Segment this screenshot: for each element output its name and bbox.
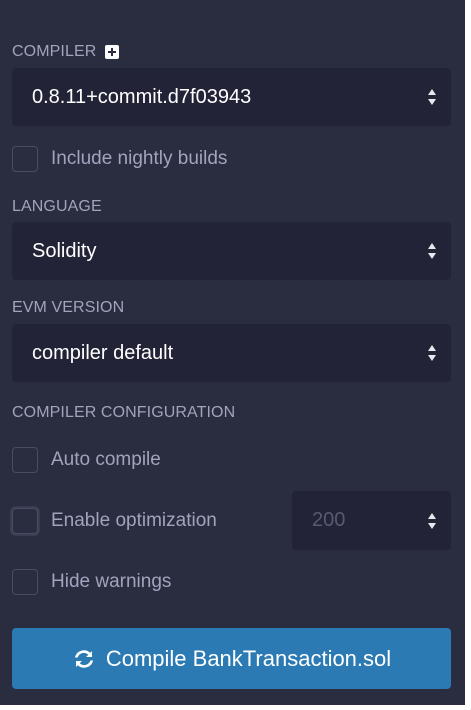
compile-button-label: Compile BankTransaction.sol <box>105 645 392 671</box>
include-nightly-checkbox[interactable] <box>12 146 38 172</box>
refresh-icon <box>74 649 93 668</box>
optimization-runs-input[interactable]: 200 <box>292 491 451 550</box>
compiler-label: COMPILER <box>12 43 97 60</box>
language-section-label: LANGUAGE <box>12 198 102 216</box>
compiler-configuration-label: COMPILER CONFIGURATION <box>12 404 236 421</box>
hide-warnings-checkbox[interactable] <box>12 569 38 595</box>
evm-version-value: compiler default <box>32 341 174 364</box>
language-select[interactable]: Solidity <box>12 222 451 280</box>
include-nightly-label: Include nightly builds <box>51 148 228 169</box>
enable-optimization-row[interactable]: Enable optimization <box>12 508 217 534</box>
enable-optimization-label: Enable optimization <box>51 510 217 531</box>
evm-version-select[interactable]: compiler default <box>12 324 451 382</box>
include-nightly-row[interactable]: Include nightly builds <box>12 146 227 172</box>
language-label: LANGUAGE <box>12 198 102 215</box>
language-value: Solidity <box>32 239 97 262</box>
compile-button[interactable]: Compile BankTransaction.sol <box>12 628 451 689</box>
auto-compile-row[interactable]: Auto compile <box>12 447 161 473</box>
enable-optimization-checkbox[interactable] <box>12 508 38 534</box>
select-arrows-icon <box>427 88 437 106</box>
evm-version-section-label: EVM VERSION <box>12 299 124 317</box>
compiler-section-label: COMPILER <box>12 43 120 61</box>
compiler-version-value: 0.8.11+commit.d7f03943 <box>32 85 252 108</box>
select-arrows-icon <box>427 242 437 260</box>
optimization-runs-value: 200 <box>312 509 346 531</box>
compiler-configuration-section-label: COMPILER CONFIGURATION <box>12 404 235 422</box>
add-compiler-icon[interactable] <box>105 45 120 59</box>
hide-warnings-row[interactable]: Hide warnings <box>12 569 171 595</box>
stepper-arrows-icon[interactable] <box>427 512 437 530</box>
solidity-compiler-panel: COMPILER 0.8.11+commit.d7f03943 Include … <box>0 0 465 705</box>
auto-compile-checkbox[interactable] <box>12 447 38 473</box>
auto-compile-label: Auto compile <box>51 449 161 470</box>
evm-version-label: EVM VERSION <box>12 299 125 316</box>
hide-warnings-label: Hide warnings <box>51 571 172 592</box>
compiler-version-select[interactable]: 0.8.11+commit.d7f03943 <box>12 68 451 126</box>
select-arrows-icon <box>427 344 437 362</box>
